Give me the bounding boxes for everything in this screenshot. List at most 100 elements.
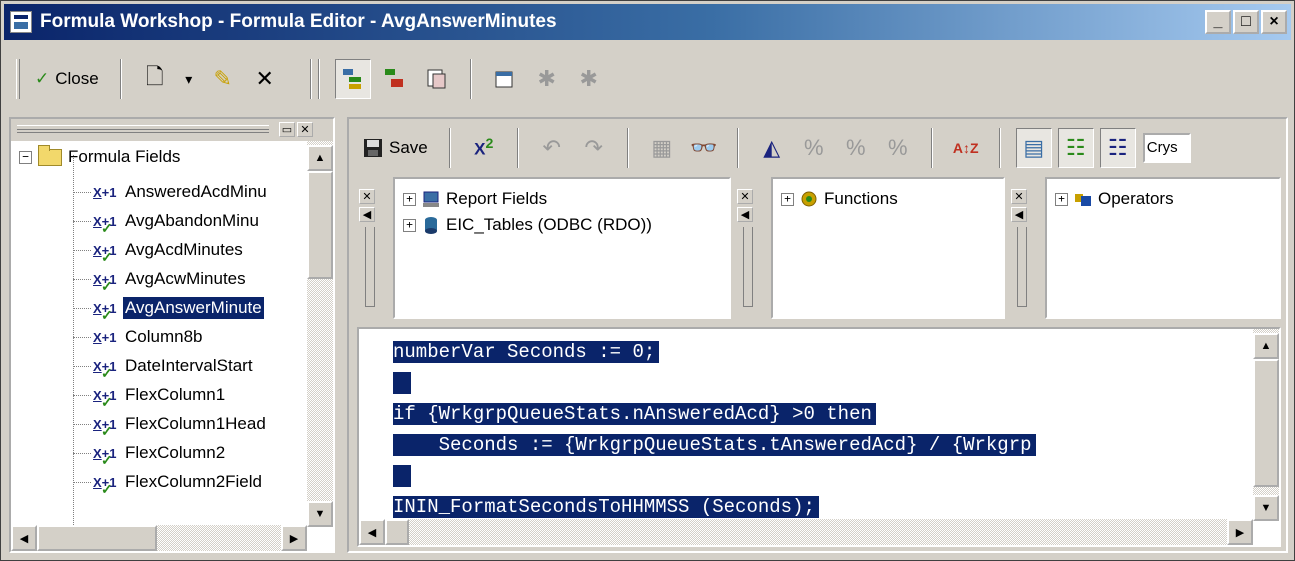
pane-close-button[interactable]: ✕ <box>297 122 313 137</box>
operator-browser-close-button[interactable]: ✕ <box>1011 189 1027 204</box>
pane-grip[interactable] <box>17 125 269 133</box>
toggle-field-tree-button[interactable]: ▤ <box>1015 128 1052 168</box>
formula-tree-item[interactable]: X+1 ✓ FlexColumn1 <box>93 382 227 410</box>
scroll-left-button[interactable]: ◀ <box>359 519 385 545</box>
function-tree-icon: ☷ <box>1065 135 1086 160</box>
toggle-bookmark-button[interactable]: ◭ <box>754 128 790 168</box>
code-line[interactable]: if {WrkgrpQueueStats.nAnsweredAcd} >0 th… <box>393 399 1036 430</box>
code-line[interactable] <box>393 461 1036 492</box>
sort-button[interactable]: A↕Z <box>948 128 984 168</box>
formula-tree-item[interactable]: X+1 ✓ FlexColumn2 <box>93 440 227 468</box>
scroll-down-button[interactable]: ▼ <box>1253 495 1279 521</box>
toggle-function-tree-button[interactable]: ☷ <box>1057 128 1094 168</box>
use-expert-button[interactable]: ✎ <box>205 59 241 99</box>
formula-tree-item[interactable]: X+1 ✓ DateIntervalStart <box>93 353 255 381</box>
field-browser-close-button[interactable]: ✕ <box>359 189 375 204</box>
formula-text-editor[interactable]: numberVar Seconds := 0; if {WrkgrpQueueSt… <box>357 327 1281 547</box>
delete-button[interactable]: ✕ <box>247 59 283 99</box>
function-browser-close-button[interactable]: ✕ <box>737 189 753 204</box>
editor-vertical-scrollbar[interactable]: ▲ ▼ <box>1253 329 1279 521</box>
toolbar-grip[interactable] <box>16 59 20 99</box>
h-scroll-thumb[interactable] <box>37 525 157 551</box>
tree-connector <box>73 482 91 483</box>
close-window-button[interactable]: × <box>1261 10 1287 34</box>
close-check-icon: ✓ <box>35 69 50 88</box>
editor-toolbar: Save X2 ↶ ↷ ▦ 👓 ◭ % % % A↕Z ▤ ☷ ☷ Crys <box>357 127 1191 169</box>
expand-icon[interactable]: + <box>403 192 416 206</box>
expand-icon[interactable]: + <box>781 192 794 206</box>
scroll-thumb[interactable] <box>307 171 333 279</box>
splitter[interactable] <box>365 227 375 307</box>
database-icon <box>425 217 437 234</box>
browse-data-button[interactable]: ▦ <box>644 128 680 168</box>
pane-restore-button[interactable]: ▭ <box>279 122 295 137</box>
formula-tree-item[interactable]: X+1 ✓ AvgAcdMinutes <box>93 237 245 265</box>
minimize-button[interactable]: _ <box>1205 10 1231 34</box>
splitter[interactable] <box>743 227 753 307</box>
settings-sheet-icon <box>495 71 513 88</box>
syntax-dropdown[interactable]: Crys <box>1142 133 1191 163</box>
tree-horizontal-scrollbar[interactable]: ◀ ▶ <box>11 525 307 551</box>
formula-tree-item[interactable]: X+1 ✓ AvgAcwMinutes <box>93 266 248 294</box>
gear-disabled-button[interactable]: ✱ <box>529 59 565 99</box>
editor-horizontal-scrollbar[interactable]: ◀ ▶ <box>359 519 1253 545</box>
new-dropdown-button[interactable]: ▾ <box>179 59 199 99</box>
eic-tables-label: EIC_Tables (ODBC (RDO)) <box>446 215 652 234</box>
code-line-text: Seconds := {WrkgrpQueueStats.tAnsweredAc… <box>393 434 1036 456</box>
formula-tree-item[interactable]: X+1 ✓ AvgAbandonMinu <box>93 208 261 236</box>
operator-browser-scroll-button[interactable]: ◀ <box>1011 207 1027 222</box>
functions-node[interactable]: + Functions <box>781 189 898 209</box>
find-button[interactable]: 👓 <box>686 128 722 168</box>
field-browser-scroll-button[interactable]: ◀ <box>359 207 375 222</box>
scroll-right-button[interactable]: ▶ <box>281 525 307 551</box>
formula-tree-item[interactable]: X+1 ✓ FlexColumn2Field <box>93 469 264 497</box>
separator <box>930 128 933 168</box>
maximize-button[interactable]: □ <box>1233 10 1259 34</box>
options-button[interactable] <box>487 59 523 99</box>
save-button[interactable]: Save <box>357 128 434 168</box>
tree-connector <box>73 221 91 222</box>
operator-tree-icon: ☷ <box>1107 135 1128 160</box>
formula-tree-item[interactable]: X+1 ✓ AvgAnswerMinute <box>93 295 265 323</box>
redo-button[interactable]: ↷ <box>576 128 612 168</box>
clear-bookmarks-button[interactable]: % <box>880 128 916 168</box>
previous-bookmark-button[interactable]: % <box>838 128 874 168</box>
tree-connector <box>73 155 74 529</box>
tree-root-formula-fields[interactable]: − Formula Fields <box>19 144 180 167</box>
code-line[interactable]: Seconds := {WrkgrpQueueStats.tAnsweredAc… <box>393 430 1036 461</box>
operators-node[interactable]: + Operators <box>1055 189 1174 209</box>
expand-icon[interactable]: + <box>1055 192 1068 206</box>
title-bar[interactable]: Formula Workshop - Formula Editor - AvgA… <box>4 4 1291 40</box>
new-formula-button[interactable]: 🗋 <box>137 59 173 99</box>
show-formula-button[interactable] <box>377 59 413 99</box>
check-formula-button[interactable]: X2 <box>466 128 502 168</box>
scroll-left-button[interactable]: ◀ <box>11 525 37 551</box>
next-bookmark-button[interactable]: % <box>796 128 832 168</box>
toggle-operator-tree-button[interactable]: ☷ <box>1099 128 1136 168</box>
code-line[interactable]: numberVar Seconds := 0; <box>393 337 1036 368</box>
expand-icon[interactable]: + <box>403 218 416 232</box>
code-line[interactable] <box>393 368 1036 399</box>
formula-tree-item[interactable]: X+1 AnsweredAcdMinu <box>93 179 269 205</box>
scroll-up-button[interactable]: ▲ <box>1253 333 1279 359</box>
formula-icon: X+1 <box>93 329 117 345</box>
report-fields-node[interactable]: + Report Fields <box>403 189 547 209</box>
splitter[interactable] <box>1017 227 1027 307</box>
scroll-down-button[interactable]: ▼ <box>307 501 333 527</box>
scroll-right-button[interactable]: ▶ <box>1227 519 1253 545</box>
eic-tables-node[interactable]: + EIC_Tables (ODBC (RDO)) <box>403 215 652 235</box>
toggle-tree-button[interactable] <box>334 59 371 99</box>
scroll-up-button[interactable]: ▲ <box>307 145 333 171</box>
tree-vertical-scrollbar[interactable]: ▲ ▼ <box>307 141 333 527</box>
scroll-thumb[interactable] <box>1253 359 1279 487</box>
formula-tree-item[interactable]: X+1 ✓ FlexColumn1Head <box>93 411 268 439</box>
formula-code[interactable]: numberVar Seconds := 0; if {WrkgrpQueueSt… <box>393 337 1036 523</box>
gear-disabled-button-2[interactable]: ✱ <box>571 59 607 99</box>
function-browser-scroll-button[interactable]: ◀ <box>737 207 753 222</box>
close-button[interactable]: ✓ Close <box>29 59 105 99</box>
h-scroll-thumb[interactable] <box>385 519 409 545</box>
collapse-icon[interactable]: − <box>19 150 32 164</box>
undo-button[interactable]: ↶ <box>534 128 570 168</box>
formula-tree-item[interactable]: X+1 Column8b <box>93 324 205 350</box>
properties-button[interactable] <box>419 59 455 99</box>
